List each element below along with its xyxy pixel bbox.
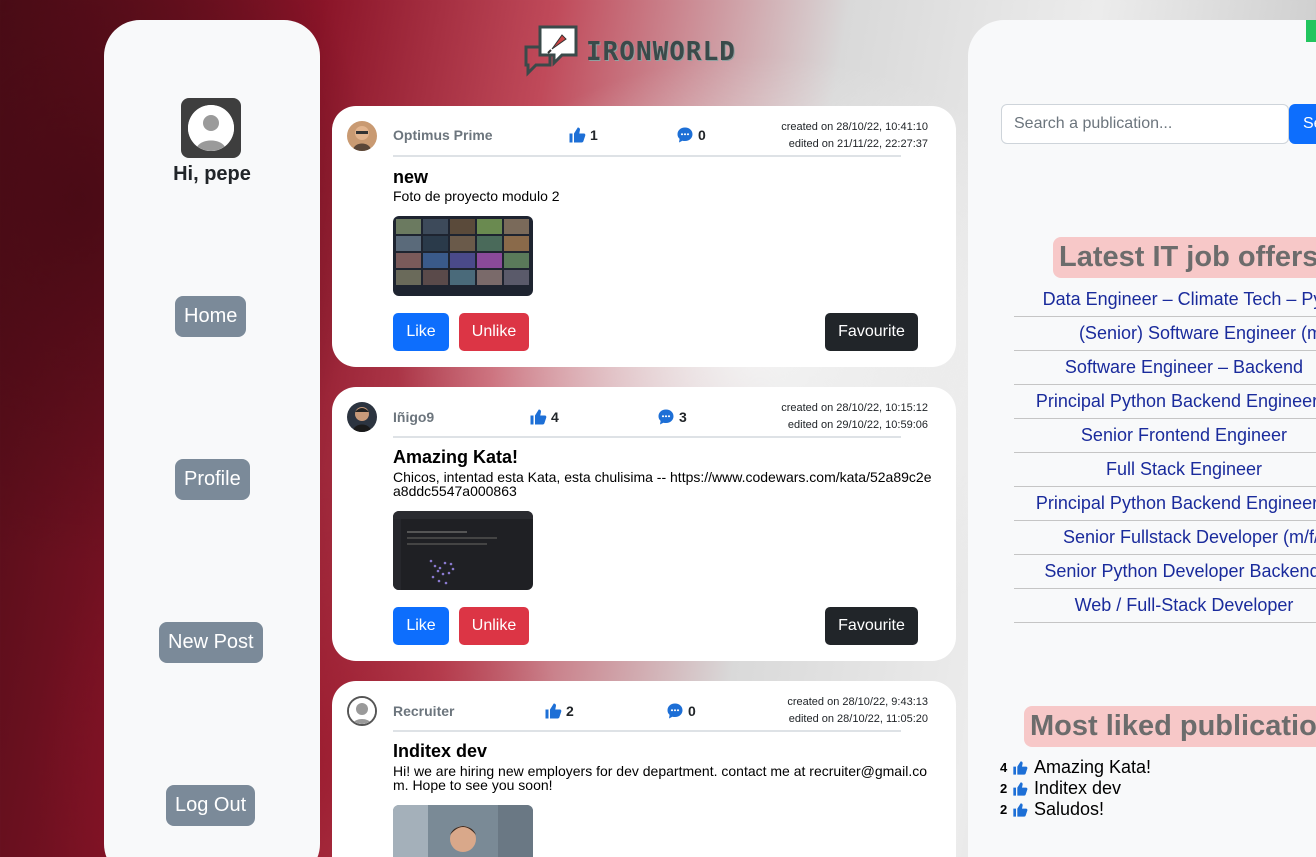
comments-count: 3 <box>657 408 687 426</box>
job-offers-list: Data Engineer – Climate Tech – Pyth (Sen… <box>1014 283 1316 623</box>
divider <box>393 155 901 157</box>
brand-name: IRONWORLD <box>586 37 736 67</box>
sidebar: Hi, pepe Home Profile New Post Log Out <box>104 20 320 857</box>
comment-icon <box>658 409 674 425</box>
created-date: created on 28/10/22, 10:15:12 <box>781 402 928 414</box>
comments-count: 0 <box>666 702 696 720</box>
like-button[interactable]: Like <box>393 313 449 351</box>
thumbs-up-icon <box>1013 760 1028 775</box>
most-liked-list: 4 Amazing Kata! 2 Inditex dev 2 Saludos! <box>1000 757 1151 820</box>
job-offer-link[interactable]: Senior Fullstack Developer (m/f/d) <box>1014 521 1316 555</box>
likes-count: 4 <box>529 408 559 426</box>
job-offer-link[interactable]: Data Engineer – Climate Tech – Pyth <box>1014 283 1316 317</box>
author-avatar[interactable] <box>347 402 377 432</box>
author-avatar[interactable] <box>347 696 377 726</box>
comments-value: 3 <box>679 409 687 425</box>
like-button[interactable]: Like <box>393 607 449 645</box>
likes-count: 2 <box>544 702 574 720</box>
user-avatar-icon <box>188 105 234 151</box>
new-post-button[interactable]: New Post <box>159 622 263 663</box>
chat-rocket-logo-icon <box>524 25 578 77</box>
post-author[interactable]: Recruiter <box>393 703 454 719</box>
job-offer-link[interactable]: Full Stack Engineer <box>1014 453 1316 487</box>
comment-icon <box>667 703 683 719</box>
job-offer-link[interactable]: Principal Python Backend Engineer (m <box>1014 487 1316 521</box>
publication-title: Saludos! <box>1034 799 1105 819</box>
job-offer-link[interactable]: Senior Frontend Engineer <box>1014 419 1316 453</box>
like-count: 2 <box>1000 781 1008 796</box>
favourite-button[interactable]: Favourite <box>825 607 918 645</box>
likes-count: 1 <box>568 126 598 144</box>
post-card: Recruiter 2 0 created on 28/10/22, 9:43:… <box>332 681 956 857</box>
favourite-button[interactable]: Favourite <box>825 313 918 351</box>
post-body: Hi! we are hiring new employers for dev … <box>393 763 927 793</box>
likes-value: 2 <box>566 703 574 719</box>
thumbs-up-icon <box>1013 781 1028 796</box>
post-title: Amazing Kata! <box>393 447 519 467</box>
most-liked-item[interactable]: 2 Inditex dev <box>1000 778 1151 799</box>
created-date: created on 28/10/22, 9:43:13 <box>787 696 928 708</box>
post-author[interactable]: Iñigo9 <box>393 409 434 425</box>
edited-date: edited on 29/10/22, 10:59:06 <box>787 419 928 431</box>
publication-title: Amazing Kata! <box>1034 757 1152 777</box>
thumbs-up-icon <box>530 409 547 425</box>
post-author[interactable]: Optimus Prime <box>393 127 493 143</box>
job-offer-link[interactable]: Senior Python Developer Backend (m <box>1014 555 1316 589</box>
post-dates: created on 28/10/22, 9:43:13 edited on 2… <box>787 694 928 728</box>
job-offer-link[interactable]: Web / Full-Stack Developer <box>1014 589 1316 623</box>
likes-value: 4 <box>551 409 559 425</box>
likes-value: 1 <box>590 127 598 143</box>
comments-count: 0 <box>676 126 706 144</box>
edited-date: edited on 28/10/22, 11:05:20 <box>788 713 928 725</box>
divider <box>393 730 901 732</box>
brand-logo[interactable]: IRONWORLD <box>522 22 736 82</box>
post-image[interactable] <box>393 805 533 857</box>
greeting: Hi, pepe <box>173 163 251 185</box>
job-offer-link[interactable]: (Senior) Software Engineer (m/f/d) <box>1014 317 1316 351</box>
divider <box>393 436 901 438</box>
log-out-button[interactable]: Log Out <box>166 785 256 826</box>
thumbs-up-icon <box>545 703 562 719</box>
author-avatar[interactable] <box>347 121 377 151</box>
job-offer-link[interactable]: Software Engineer – Backend <box>1014 351 1316 385</box>
comment-icon <box>677 127 693 143</box>
post-image[interactable] <box>393 511 533 590</box>
home-button[interactable]: Home <box>175 296 247 337</box>
thumbs-up-icon <box>1013 802 1028 817</box>
comments-value: 0 <box>698 127 706 143</box>
created-date: created on 28/10/22, 10:41:10 <box>781 121 928 133</box>
most-liked-item[interactable]: 2 Saludos! <box>1000 799 1151 820</box>
search-input[interactable] <box>1001 104 1289 144</box>
edited-date: edited on 21/11/22, 22:27:37 <box>788 138 928 150</box>
like-count: 4 <box>1000 760 1008 775</box>
thumbs-up-icon <box>569 127 586 143</box>
post-dates: created on 28/10/22, 10:15:12 edited on … <box>781 400 928 434</box>
most-liked-item[interactable]: 4 Amazing Kata! <box>1000 757 1151 778</box>
comments-value: 0 <box>688 703 696 719</box>
user-avatar[interactable] <box>181 98 241 158</box>
post-card: Iñigo9 4 3 created on 28/10/22, 10:15:12… <box>332 387 956 661</box>
post-image[interactable] <box>393 216 533 296</box>
unlike-button[interactable]: Unlike <box>459 313 529 351</box>
job-offer-link[interactable]: Principal Python Backend Engineer (m <box>1014 385 1316 419</box>
post-title: Inditex dev <box>393 741 488 761</box>
most-liked-title: Most liked publication <box>1024 706 1316 747</box>
job-offers-title: Latest IT job offers <box>1053 237 1316 278</box>
search-button[interactable]: Se <box>1289 104 1316 144</box>
post-body: Chicos, intentad esta Kata, esta chulisi… <box>393 469 932 499</box>
post-title: new <box>393 167 429 187</box>
publication-title: Inditex dev <box>1034 778 1122 798</box>
profile-button[interactable]: Profile <box>175 459 250 500</box>
status-indicator <box>1306 20 1316 42</box>
post-card: Optimus Prime 1 0 created on 28/10/22, 1… <box>332 106 956 367</box>
post-dates: created on 28/10/22, 10:41:10 edited on … <box>781 119 928 153</box>
unlike-button[interactable]: Unlike <box>459 607 529 645</box>
post-body: Foto de proyecto modulo 2 <box>393 188 560 204</box>
like-count: 2 <box>1000 802 1008 817</box>
